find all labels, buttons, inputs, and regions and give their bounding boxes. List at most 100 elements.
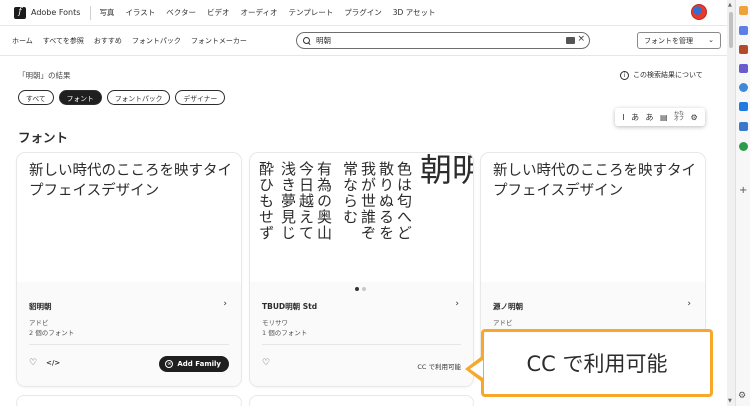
vertical-line: 常ならむ (341, 161, 359, 225)
cc-icon: ∞ (165, 360, 174, 368)
filter-all[interactable]: すべて (18, 90, 54, 105)
extension-icon[interactable] (739, 45, 748, 54)
vertical-line: 酔ひもせず (257, 161, 275, 241)
adobe-fonts-logo-icon[interactable]: f (14, 6, 26, 19)
about-results-link[interactable]: i この検索結果について (620, 70, 703, 80)
document-icon[interactable]: ▤ (660, 113, 668, 122)
extension-icon[interactable] (739, 142, 748, 151)
chevron-right-icon[interactable]: › (223, 299, 227, 309)
search-input[interactable] (316, 36, 556, 45)
font-name[interactable]: 源ノ明朝 (493, 301, 523, 312)
camera-search-icon[interactable] (566, 37, 575, 44)
vertical-line: 色は匂へど (395, 161, 413, 241)
font-sample-text: 新しい時代のこころを映すタイプフェイスデザイン (493, 163, 696, 199)
sample-text-icon[interactable]: あ (631, 112, 639, 123)
vertical-sample: UT DB 明 朝 色は匂へど 散りぬるを 我が世誰ぞ 常ならむ 有為の奥山 今… (250, 153, 473, 281)
nav-vectors[interactable]: ベクター (166, 7, 196, 18)
extension-icon[interactable] (739, 83, 748, 92)
custom-text-icon[interactable]: あ (646, 112, 654, 123)
cc-available-label: CC で利用可能 (417, 363, 461, 371)
scroll-down-icon[interactable]: ▼ (728, 398, 732, 404)
subnav-recommended[interactable]: おすすめ (94, 36, 122, 46)
subnav-home[interactable]: ホーム (12, 36, 33, 46)
vertical-line: 今日越えて (297, 161, 315, 241)
manage-fonts-dropdown[interactable]: フォントを管理 ⌄ (637, 32, 721, 49)
page-scrollbar[interactable]: ▲ ▼ (727, 0, 735, 406)
callout-pointer-inner (470, 360, 483, 378)
extension-icon[interactable] (739, 6, 748, 15)
font-sample-text: 新しい時代のこころを映すタイプフェイスデザイン (29, 163, 232, 199)
font-card[interactable]: 新しい時代のこころを映すタイプフェイスデザイン 貂明朝 › アドビ 2 個のフォ… (17, 153, 241, 386)
carousel-dots[interactable] (355, 287, 366, 291)
vertical-line: 散りぬるを (377, 161, 395, 241)
kana-toggle[interactable]: かな オフ (674, 112, 684, 122)
font-card[interactable] (250, 396, 473, 406)
font-count: 1 個のフォント (262, 329, 308, 337)
text-cursor-icon[interactable]: I (622, 113, 624, 122)
filter-fonts[interactable]: フォント (58, 90, 102, 105)
add-family-button[interactable]: ∞ Add Family (159, 356, 229, 372)
nav-illustrations[interactable]: イラスト (125, 7, 155, 18)
embed-code-icon[interactable]: </> (46, 359, 60, 367)
vertical-line: 浅き夢見じ (279, 161, 297, 241)
chevron-down-icon: ⌄ (708, 36, 714, 44)
brand-name[interactable]: Adobe Fonts (31, 8, 80, 17)
subnav-foundries[interactable]: フォントメーカー (191, 36, 247, 46)
card-divider (29, 344, 229, 345)
callout-box: CC で利用可能 (481, 329, 713, 397)
filter-font-packs[interactable]: フォントパック (106, 90, 171, 105)
extension-icon[interactable] (739, 102, 748, 111)
card-divider (262, 344, 461, 345)
extension-icon[interactable] (739, 64, 748, 73)
section-title: フォント (18, 130, 69, 145)
results-title: 「明朝」の結果 (18, 71, 71, 80)
subnav-font-packs[interactable]: フォントパック (132, 36, 181, 46)
add-icon[interactable]: + (739, 185, 747, 196)
foundry-name: アドビ (493, 319, 513, 327)
view-toolbar: I あ あ ▤ かな オフ ⚙ (615, 108, 705, 126)
settings-gear-icon[interactable]: ⚙ (738, 391, 746, 401)
nav-photos[interactable]: 写真 (99, 7, 114, 18)
browser-sidebar: + ⚙ (735, 0, 750, 406)
nav-3d-assets[interactable]: 3D アセット (393, 7, 436, 18)
font-card[interactable] (17, 396, 241, 406)
user-avatar[interactable] (691, 4, 707, 20)
extension-icon[interactable] (739, 122, 748, 131)
extension-icon[interactable] (739, 26, 748, 35)
foundry-name: モリサワ (262, 319, 288, 327)
vertical-line: 我が世誰ぞ (359, 161, 377, 241)
subnav-browse-all[interactable]: すべてを参照 (43, 36, 84, 46)
heart-icon[interactable]: ♡ (29, 358, 37, 368)
callout-text: CC で利用可能 (526, 352, 668, 376)
search-bar[interactable]: × (296, 32, 590, 49)
font-name[interactable]: 貂明朝 (29, 301, 52, 312)
vertical-title-col1: UT DB 明 朝 (420, 153, 473, 189)
scroll-thumb[interactable] (729, 12, 733, 48)
font-count: 2 個のフォント (29, 329, 75, 337)
top-nav: f Adobe Fonts 写真 イラスト ベクター ビデオ オーディオ テンプ… (0, 0, 727, 26)
nav-audio[interactable]: オーディオ (241, 7, 278, 18)
add-family-label: Add Family (177, 360, 221, 368)
font-name[interactable]: TBUD明朝 Std (262, 301, 317, 312)
foundry-name: アドビ (29, 319, 49, 327)
settings-gear-icon[interactable]: ⚙ (691, 113, 698, 122)
heart-icon[interactable]: ♡ (262, 358, 270, 368)
filter-designers[interactable]: デザイナー (175, 90, 226, 105)
secondary-nav: ホーム すべてを参照 おすすめ フォントパック フォントメーカー × フォントを… (0, 26, 727, 56)
secondary-nav-links: ホーム すべてを参照 おすすめ フォントパック フォントメーカー (12, 36, 247, 46)
filter-pills: すべて フォント フォントパック デザイナー (18, 90, 226, 105)
nav-plugins[interactable]: プラグイン (344, 7, 382, 18)
scroll-up-icon[interactable]: ▲ (728, 2, 732, 8)
clear-search-icon[interactable]: × (577, 34, 585, 44)
nav-divider (90, 5, 92, 20)
chevron-right-icon[interactable]: › (455, 299, 459, 309)
nav-templates[interactable]: テンプレート (288, 7, 333, 18)
about-results-label: この検索結果について (633, 71, 703, 79)
nav-videos[interactable]: ビデオ (207, 7, 230, 18)
vertical-line: 有為の奥山 (315, 161, 333, 241)
info-icon: i (620, 70, 629, 80)
manage-fonts-label: フォントを管理 (644, 36, 693, 45)
search-icon (303, 36, 311, 45)
chevron-right-icon[interactable]: › (687, 299, 691, 309)
font-card[interactable]: UT DB 明 朝 色は匂へど 散りぬるを 我が世誰ぞ 常ならむ 有為の奥山 今… (250, 153, 473, 386)
